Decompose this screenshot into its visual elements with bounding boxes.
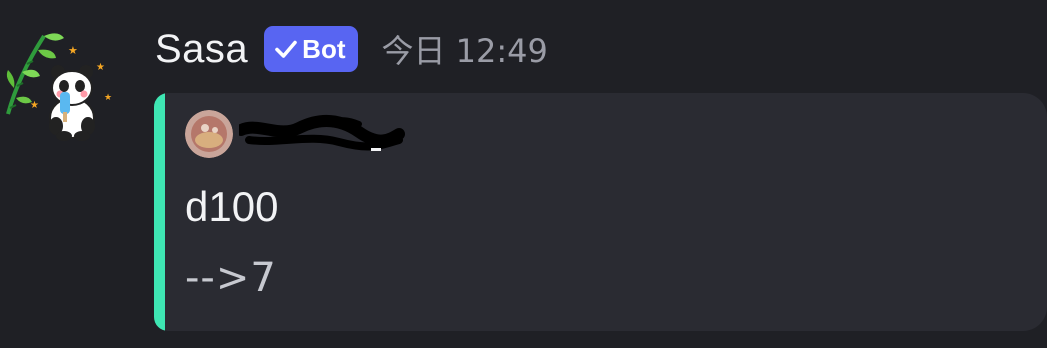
embed-author-name-redacted [235,114,409,154]
svg-text:★: ★ [104,93,112,103]
embed-title: d100 [185,183,279,230]
bot-badge-label: Bot [302,33,346,64]
message-embed: d100 -->7 [154,93,1047,331]
message-timestamp[interactable]: 今日 12:49 [382,26,548,72]
bot-badge: Bot [264,26,358,72]
chat-message: ★ ★ ★ ★ Sasa Bot 今日 12:49 d100 -->7 [0,0,1047,348]
embed-description: -->7 [185,255,277,301]
username[interactable]: Sasa [155,27,248,72]
svg-text:★: ★ [30,100,39,111]
verified-check-icon [275,40,297,58]
svg-text:★: ★ [96,62,105,73]
embed-accent-bar [154,93,165,331]
svg-text:★: ★ [68,44,78,57]
message-header: Sasa Bot 今日 12:49 [155,22,548,76]
user-avatar-icon[interactable] [185,110,233,158]
panda-avatar-icon[interactable]: ★ ★ ★ ★ [0,22,122,144]
embed-author [185,110,409,158]
